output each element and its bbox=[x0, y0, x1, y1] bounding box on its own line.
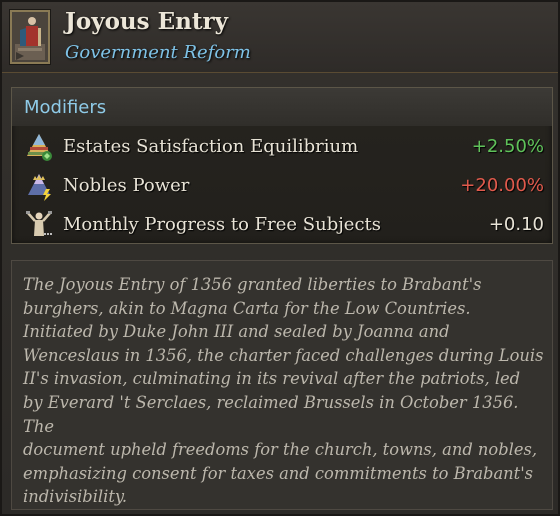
modifier-row-nobles-power: Nobles Power +20.00% bbox=[12, 169, 552, 205]
modifier-label: Nobles Power bbox=[63, 175, 190, 196]
modifier-value: +2.50% bbox=[471, 136, 544, 157]
modifiers-panel: Modifiers Estates Satisfaction Equilibri… bbox=[11, 87, 553, 244]
modifier-value: +0.10 bbox=[488, 214, 544, 235]
modifier-label: Estates Satisfaction Equilibrium bbox=[63, 136, 359, 157]
nobles-crown-icon bbox=[24, 171, 54, 201]
freed-figure-icon bbox=[24, 210, 54, 240]
modifier-row-estates-equilibrium: Estates Satisfaction Equilibrium +2.50% bbox=[12, 130, 552, 166]
reform-tooltip: Joyous Entry Government Reform Modifiers… bbox=[0, 0, 560, 516]
modifier-value: +20.00% bbox=[460, 175, 544, 196]
modifier-label: Monthly Progress to Free Subjects bbox=[63, 214, 382, 235]
reform-category: Government Reform bbox=[65, 42, 251, 63]
description-panel: The Joyous Entry of 1356 granted liberti… bbox=[11, 260, 553, 510]
reform-title: Joyous Entry bbox=[65, 8, 228, 35]
estates-pyramid-icon bbox=[24, 132, 54, 162]
modifiers-header: Modifiers bbox=[12, 88, 552, 126]
reform-portrait-icon bbox=[10, 10, 50, 64]
modifier-row-free-subjects: Monthly Progress to Free Subjects +0.10 bbox=[12, 208, 552, 244]
tooltip-header: Joyous Entry Government Reform bbox=[2, 2, 558, 73]
modifiers-heading: Modifiers bbox=[24, 97, 107, 118]
reform-description: The Joyous Entry of 1356 granted liberti… bbox=[23, 275, 544, 507]
